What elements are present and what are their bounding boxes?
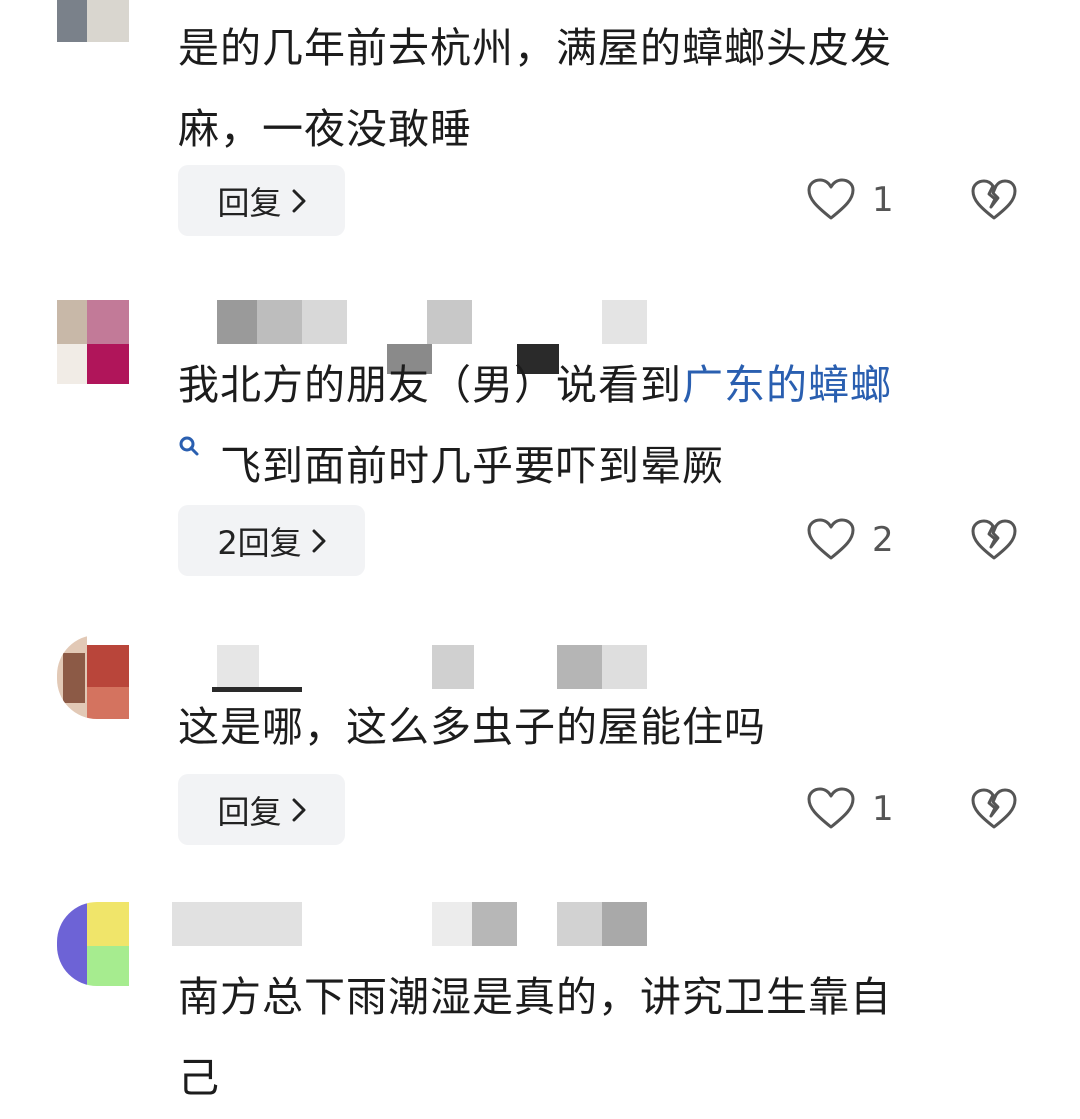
search-icon[interactable] [178,426,202,466]
reply-label: 回复 [217,183,282,222]
dislike-icon[interactable] [970,178,1018,222]
username-blurred [172,300,652,374]
dislike-icon[interactable] [970,787,1018,831]
search-link[interactable]: 广东的蟑螂 [682,361,892,409]
comment-text-part: 飞到面前时几乎要吓到晕厥 [220,442,724,490]
chevron-right-icon [292,798,305,821]
username-blurred [172,902,652,946]
reply-button[interactable]: 回复 [178,165,345,236]
reply-button[interactable]: 回复 [178,774,345,845]
avatar[interactable] [57,300,129,384]
chevron-right-icon [292,189,305,212]
comment-text: 这是哪，这么多虫子的屋能住吗 [178,703,766,751]
dislike-icon[interactable] [970,518,1018,562]
like-icon[interactable] [806,518,856,562]
like-count: 1 [872,789,894,829]
avatar[interactable] [57,902,129,986]
reply-label: 2回复 [217,523,302,562]
comment-text-part: 我北方的朋友（男）说看到 [178,361,682,409]
comment-text: 我北方的朋友（男）说看到广东的蟑螂 飞到面前时几乎要吓到晕厥 [178,345,1008,507]
chevron-right-icon [312,529,326,552]
comment-text: 南方总下雨潮湿是真的，讲究卫生靠自 己 [178,973,892,1102]
reply-button[interactable]: 2回复 [178,505,365,576]
like-count: 1 [872,180,894,220]
avatar[interactable] [57,635,129,719]
like-count: 2 [872,520,894,560]
like-icon[interactable] [806,178,856,222]
like-icon[interactable] [806,787,856,831]
comment-text: 是的几年前去杭州，满屋的蟑螂头皮发 麻，一夜没敢睡 [178,24,892,153]
reply-label: 回复 [217,792,282,831]
avatar[interactable] [57,0,129,42]
username-blurred [172,645,652,692]
